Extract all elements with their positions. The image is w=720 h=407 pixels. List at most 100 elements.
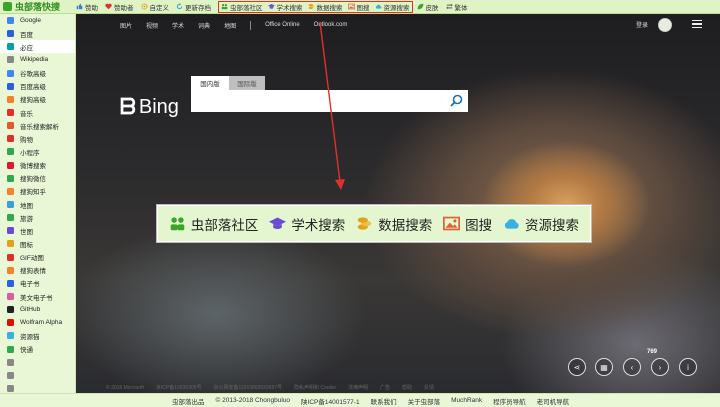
engine-icon [7, 345, 14, 353]
banner-item[interactable]: 虫部落社区 [169, 214, 258, 234]
footer-link[interactable]: 程序员导航 [493, 396, 526, 406]
banner-item[interactable]: 图搜 [443, 214, 492, 234]
engine-icon [7, 187, 14, 195]
sidebar-item-label: 小程序 [20, 149, 40, 157]
bing-footer-link[interactable]: 京ICP备10036305号 [156, 384, 202, 391]
sidebar-item[interactable]: 百度高级 [0, 80, 75, 93]
sidebar-item[interactable]: 搜狗微信 [0, 172, 75, 185]
tab-international[interactable]: 国际版 [229, 76, 265, 90]
toplink-community[interactable]: 虫部落社区 [221, 2, 263, 12]
bing-top-nav: 图片 视频 学术 词典 地图 Office Online Outlook.com [76, 14, 720, 36]
sidebar-item[interactable]: 搜狗高级 [0, 93, 75, 106]
bing-footer-link[interactable]: 法律声明 [348, 384, 368, 391]
footer-link[interactable]: 虫部落出品 [172, 396, 205, 406]
toplink-refresh[interactable]: 更新存档 [176, 2, 211, 12]
site-logo[interactable]: 虫部落快搜 [0, 0, 76, 14]
footer-link[interactable]: MuchRank [451, 397, 482, 404]
bing-nav-link[interactable]: Office Online [265, 22, 300, 28]
bing-nav-link[interactable]: 地图 [224, 21, 236, 30]
sidebar-item[interactable]: 世图 [0, 224, 75, 237]
bing-footer-link[interactable]: 京公网安备11010802022657号 [213, 384, 282, 391]
sidebar-item[interactable]: Wikipedia [0, 53, 75, 66]
sidebar-item[interactable]: Google [0, 14, 75, 27]
info-button[interactable]: i [679, 358, 697, 376]
footer-link[interactable]: 陕ICP备14001577-1 [301, 396, 360, 406]
share-button[interactable]: ⋖ [568, 358, 586, 376]
toplink-graduation-cap[interactable]: 学术搜索 [267, 2, 303, 12]
banner-item-label: 数据搜索 [378, 217, 433, 233]
footer-link[interactable]: 关于虫部落 [408, 396, 441, 406]
sidebar-item[interactable]: 谷歌高级 [0, 67, 75, 80]
toplink-label: 皮肤 [425, 4, 439, 12]
toplink-coins[interactable]: 数据搜索 [308, 2, 343, 12]
search-icon[interactable] [448, 93, 464, 109]
sidebar-item-label: 旅游 [20, 215, 33, 223]
chevron-right-icon: › [658, 362, 662, 372]
sidebar-item-label: 世图 [20, 228, 33, 236]
sidebar-item[interactable]: 快通 [0, 343, 75, 356]
bing-nav-link[interactable]: 视频 [146, 21, 158, 30]
toplink-gear[interactable]: 自定义 [140, 2, 169, 12]
bing-footer-link[interactable]: 隐私声明和 Cookie [294, 384, 336, 391]
toplink-label: 数据搜索 [316, 4, 343, 12]
toplink-swap[interactable]: 繁体 [445, 2, 468, 12]
bing-footer-link[interactable]: © 2018 Microsoft [106, 385, 144, 391]
sidebar-item[interactable]: GitHub [0, 303, 75, 316]
bing-footer-link[interactable]: 广告 [380, 384, 390, 391]
sidebar-item[interactable] [0, 369, 75, 382]
sidebar-item-label: 资源猫 [20, 333, 40, 341]
toplink-heart[interactable]: 赞助者 [105, 2, 134, 12]
sidebar-item[interactable]: 小程序 [0, 145, 75, 158]
sidebar-item[interactable]: GIF动图 [0, 251, 75, 264]
bing-logo-text: Bing [138, 95, 179, 118]
hamburger-menu-icon[interactable] [692, 20, 702, 28]
bing-nav-link[interactable]: 词典 [198, 21, 210, 30]
swap-icon [445, 3, 453, 10]
toplink-thumb[interactable]: 赞助 [76, 2, 98, 12]
bing-nav-link[interactable]: 图片 [120, 21, 132, 30]
sidebar-item[interactable]: 音乐搜索解析 [0, 119, 75, 132]
sidebar-item[interactable]: 电子书 [0, 277, 75, 290]
image-icon [347, 3, 355, 10]
sidebar-item[interactable]: 搜狗知乎 [0, 185, 75, 198]
bing-footer-link[interactable]: 反馈 [424, 384, 434, 391]
qr-button[interactable]: ▦ [595, 358, 613, 376]
sidebar-item[interactable]: 微博搜索 [0, 159, 75, 172]
sidebar-item[interactable]: 必应 [0, 40, 75, 54]
footer-link[interactable]: 联系我们 [371, 396, 397, 406]
sidebar-item[interactable]: 图标 [0, 237, 75, 250]
sidebar-item[interactable]: 音乐 [0, 106, 75, 119]
toplink-leaf[interactable]: 皮肤 [417, 2, 439, 12]
bing-footer: © 2018 Microsoft 京ICP备10036305号 京公网安备11010… [76, 382, 720, 393]
engine-icon [7, 56, 14, 64]
tab-domestic[interactable]: 国内版 [191, 76, 229, 90]
avatar[interactable] [658, 18, 672, 32]
engine-icon [7, 17, 14, 25]
footer-link[interactable]: 老司机导航 [537, 396, 570, 406]
sidebar-item[interactable]: 地图 [0, 198, 75, 211]
sidebar-item[interactable]: Wolfram Alpha [0, 316, 75, 329]
banner-item[interactable]: 资源搜索 [503, 214, 579, 234]
banner-item[interactable]: 数据搜索 [356, 214, 432, 234]
footer-link[interactable]: © 2013-2018 Chongbuluo [216, 397, 291, 404]
community-icon [169, 215, 186, 232]
previous-image-button[interactable]: ‹ [623, 358, 641, 376]
sidebar-item[interactable]: 百度 [0, 27, 75, 40]
sidebar-item[interactable] [0, 356, 75, 369]
next-image-button[interactable]: › [651, 358, 669, 376]
bing-nav-link[interactable]: 学术 [172, 21, 184, 30]
chevron-left-icon: ‹ [630, 362, 634, 372]
sidebar-item-label: 百度 [20, 31, 33, 39]
sidebar-item[interactable]: 购物 [0, 132, 75, 145]
sidebar-item[interactable]: 美文电子书 [0, 290, 75, 303]
toplink-cloud[interactable]: 资源搜索 [375, 2, 410, 12]
banner-item[interactable]: 学术搜索 [269, 214, 345, 234]
toplink-image[interactable]: 图搜 [347, 2, 370, 12]
login-link[interactable]: 登录 [636, 20, 648, 29]
sidebar-item[interactable]: 资源猫 [0, 329, 75, 342]
bing-nav-link[interactable]: Outlook.com [314, 22, 348, 28]
sidebar-item[interactable]: 搜狗表情 [0, 264, 75, 277]
search-input[interactable] [191, 90, 446, 112]
bing-footer-link[interactable]: 帮助 [402, 384, 412, 391]
sidebar-item[interactable]: 旅游 [0, 211, 75, 224]
